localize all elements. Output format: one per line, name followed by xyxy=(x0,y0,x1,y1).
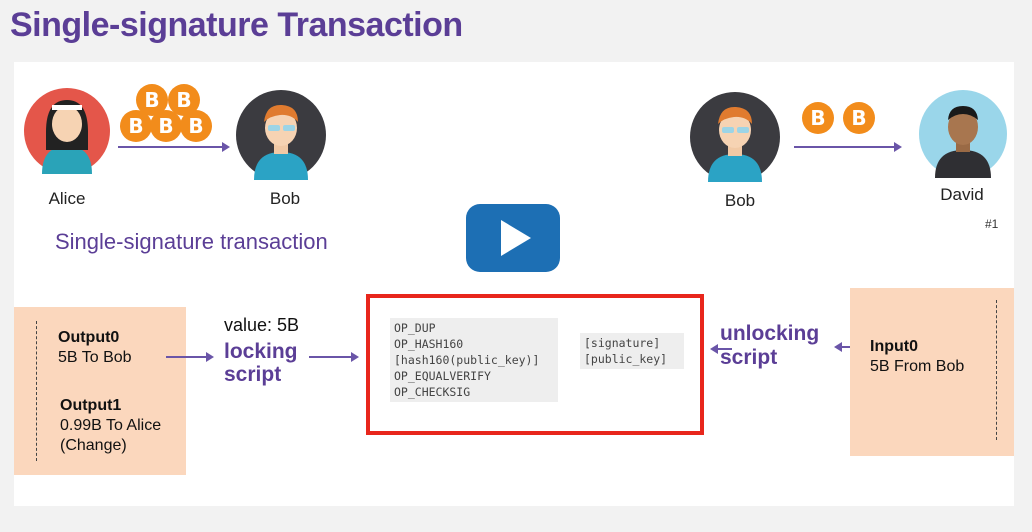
input0-text: 5B From Bob xyxy=(870,358,965,375)
slide-canvas: Alice B B B B B Bob Single-signature tra… xyxy=(14,62,1014,506)
script-line: [hash160(public_key)] xyxy=(394,353,540,367)
script-line: [public_key] xyxy=(584,352,668,366)
locking-arrow xyxy=(309,352,359,362)
script-line: OP_EQUALVERIFY xyxy=(394,369,491,383)
output1-title: Output1 xyxy=(60,397,122,414)
locking-script: OP_DUP OP_HASH160 [hash160(public_key)] … xyxy=(390,318,558,402)
locking-script-label-line1: locking xyxy=(224,340,298,363)
david-avatar xyxy=(919,90,1007,183)
output0-text: 5B To Bob xyxy=(58,349,132,366)
bob-avatar-right xyxy=(690,92,780,187)
script-line: OP_CHECKSIG xyxy=(394,385,471,399)
bob-avatar xyxy=(236,90,326,185)
alice-avatar xyxy=(24,88,110,179)
output-arrow xyxy=(166,352,214,362)
script-line: OP_DUP xyxy=(394,321,436,335)
page-title: Single-signature Transaction xyxy=(10,6,463,44)
bitcoin-icon: B xyxy=(120,110,152,142)
david-name: David xyxy=(940,185,984,204)
transfer-arrow xyxy=(794,142,902,152)
script-box: OP_DUP OP_HASH160 [hash160(public_key)] … xyxy=(366,294,704,435)
divider xyxy=(996,300,997,440)
input-box: Input0 5B From Bob xyxy=(850,288,1014,456)
script-line: OP_HASH160 xyxy=(394,337,464,351)
locking-script-label-line2: script xyxy=(224,363,282,386)
value-label: value: 5B xyxy=(224,315,300,335)
bitcoin-icon: B xyxy=(150,110,182,142)
alice-name: Alice xyxy=(48,189,86,208)
output1-line2: (Change) xyxy=(60,437,127,454)
bob-name-left: Bob xyxy=(269,189,301,208)
transfer-arrow xyxy=(118,142,230,152)
divider xyxy=(36,321,37,461)
script-line: [signature] xyxy=(584,336,661,350)
bitcoin-icon: B xyxy=(843,102,875,134)
unlocking-script-label-line1: unlocking xyxy=(720,322,820,345)
bob-name-right: Bob xyxy=(724,191,756,210)
input0-title: Input0 xyxy=(870,338,918,355)
slide-number: #1 xyxy=(985,217,999,231)
section-subtitle: Single-signature transaction xyxy=(55,229,328,254)
output1-line1: 0.99B To Alice xyxy=(60,417,162,434)
play-button[interactable] xyxy=(466,204,560,272)
unlocking-arrow xyxy=(712,348,732,350)
output-box: Output0 5B To Bob Output1 0.99B To Alice… xyxy=(14,307,186,475)
output0-title: Output0 xyxy=(58,329,120,346)
bitcoin-icon: B xyxy=(802,102,834,134)
bitcoin-icon: B xyxy=(180,110,212,142)
unlocking-script: [signature] [public_key] xyxy=(580,333,684,369)
